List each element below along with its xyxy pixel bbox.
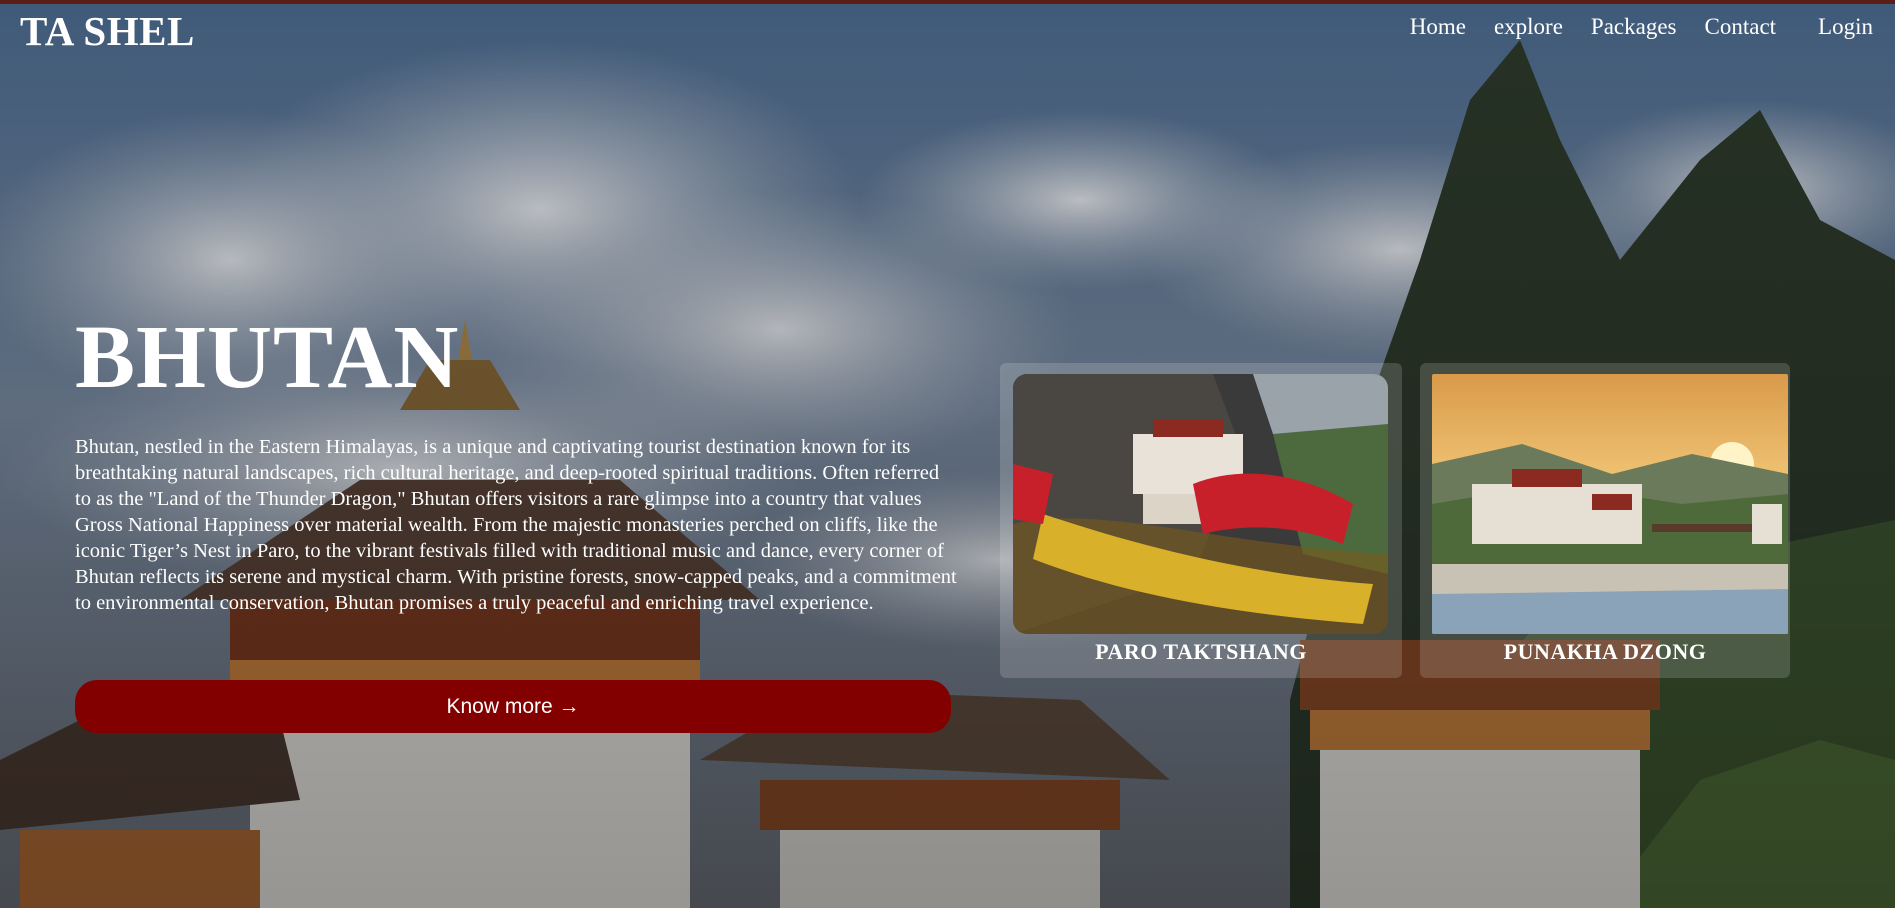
- nav-explore-link[interactable]: explore: [1494, 14, 1563, 40]
- destination-card-punakha-dzong[interactable]: PUNAKHA DZONG: [1420, 363, 1790, 678]
- nav-contact-link[interactable]: Contact: [1705, 14, 1777, 40]
- paro-taktshang-image: [1013, 374, 1388, 634]
- paro-taktshang-label: PARO TAKTSHANG: [1095, 639, 1307, 664]
- nav-home-link[interactable]: Home: [1410, 14, 1466, 40]
- brand-logo[interactable]: TA SHEL: [20, 7, 195, 55]
- destination-card-paro-taktshang[interactable]: PARO TAKTSHANG: [1000, 363, 1402, 678]
- nav-login-link[interactable]: Login: [1818, 14, 1873, 40]
- hero-title: BHUTAN: [75, 308, 460, 407]
- nav-packages-link[interactable]: Packages: [1591, 14, 1677, 40]
- top-accent-strip: [0, 0, 1895, 4]
- main-nav: Home explore Packages Contact Login: [1382, 14, 1873, 40]
- punakha-dzong-image: [1432, 374, 1788, 634]
- hero-description: Bhutan, nestled in the Eastern Himalayas…: [75, 436, 957, 614]
- know-more-button[interactable]: Know more →: [75, 680, 951, 733]
- punakha-dzong-label: PUNAKHA DZONG: [1503, 639, 1707, 664]
